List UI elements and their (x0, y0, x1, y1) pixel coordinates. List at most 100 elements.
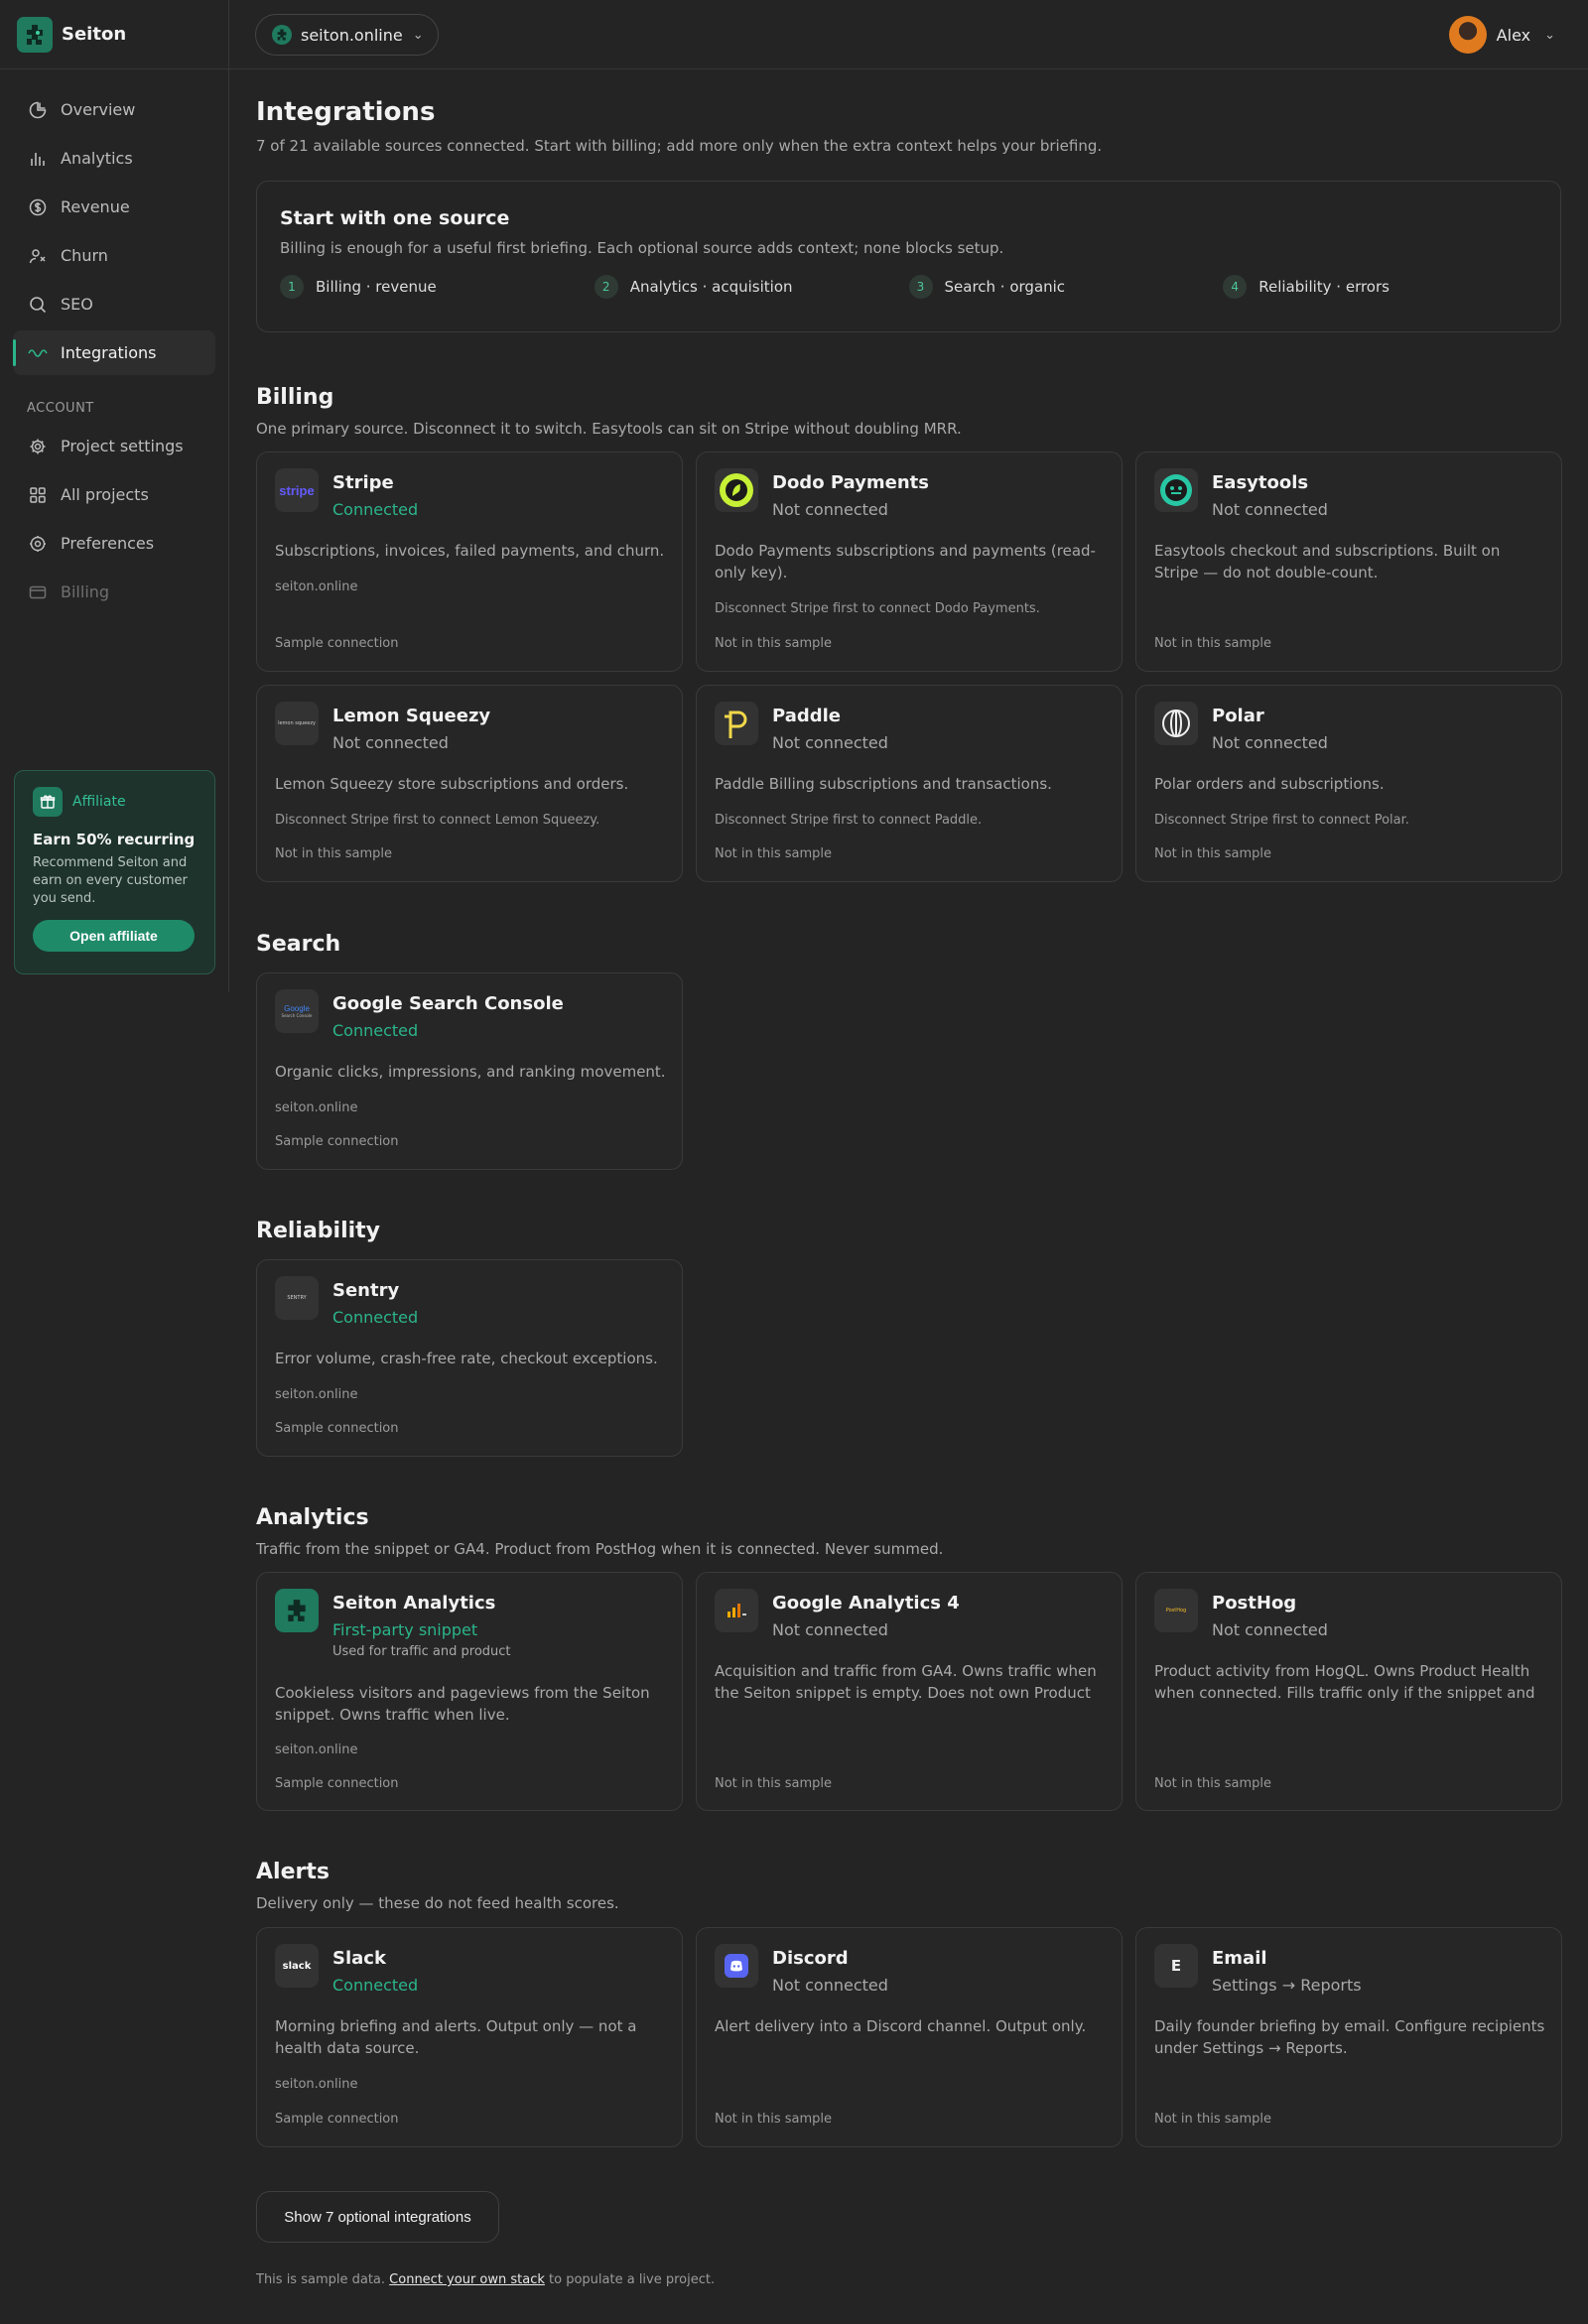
integration-card-dodo-payments[interactable]: Dodo Payments Not connected Dodo Payment… (696, 452, 1123, 672)
integration-card-google-analytics-4[interactable]: Google Analytics 4 Not connected Acquisi… (696, 1572, 1123, 1811)
integration-card-discord[interactable]: Discord Not connected Alert delivery int… (696, 1927, 1123, 2147)
open-affiliate-button[interactable]: Open affiliate (33, 920, 195, 952)
billing-section: Billing One primary source. Disconnect i… (256, 385, 1562, 882)
card-warning: Disconnect Stripe first to connect Lemon… (275, 813, 600, 828)
sliders-icon (27, 533, 49, 555)
nav-item-all-projects[interactable]: All projects (13, 472, 215, 517)
gear-icon (27, 436, 49, 457)
nav-item-billing[interactable]: Billing (13, 570, 215, 614)
analytics-section: Analytics Traffic from the snippet or GA… (256, 1505, 1562, 1811)
nav-item-analytics[interactable]: Analytics (13, 136, 215, 181)
card-status: Not connected (772, 1620, 888, 1639)
card-name: Polar (1212, 706, 1264, 726)
step-billing: 1 Billing · revenue (280, 275, 595, 299)
polar-icon (1154, 702, 1198, 745)
gift-icon (33, 787, 63, 817)
integration-card-polar[interactable]: Polar Not connected Polar orders and sub… (1135, 685, 1562, 882)
card-name: Stripe (332, 472, 394, 493)
card-name: Discord (772, 1948, 849, 1969)
card-description: Paddle Billing subscriptions and transac… (715, 775, 1052, 793)
stripe-logo-text: stripe (279, 482, 315, 498)
affiliate-description: Recommend Seiton and earn on every custo… (33, 855, 188, 906)
integration-card-sentry[interactable]: SENTRY Sentry Connected Error volume, cr… (256, 1259, 683, 1457)
integration-card-seiton-analytics[interactable]: Seiton Analytics First-party snippet Use… (256, 1572, 683, 1811)
card-description: Daily founder briefing by email. Configu… (1154, 2017, 1545, 2057)
nav-label: Overview (61, 100, 136, 119)
card-footer: Not in this sample (1154, 636, 1272, 651)
card-name: Email (1212, 1948, 1267, 1969)
card-name: Dodo Payments (772, 472, 929, 493)
card-footer: Not in this sample (715, 1776, 833, 1791)
section-subtitle: One primary source. Disconnect it to swi… (256, 420, 962, 438)
section-title: Billing (256, 385, 334, 410)
card-name: Slack (332, 1948, 386, 1969)
card-status: Not connected (772, 733, 888, 752)
discord-icon (715, 1944, 758, 1988)
card-description: Cookieless visitors and pageviews from t… (275, 1684, 650, 1724)
card-status: First-party snippet (332, 1620, 478, 1639)
card-name: Google Search Console (332, 993, 564, 1014)
card-status: Settings → Reports (1212, 1976, 1362, 1995)
nav-item-overview[interactable]: Overview (13, 87, 215, 132)
connect-stack-link[interactable]: Connect your own stack (389, 2272, 545, 2287)
lemon-squeezy-logo-text: lemon squeezy (278, 720, 316, 726)
gsc-logo-subtext: Search Console (281, 1013, 313, 1018)
posthog-icon: PostHog (1154, 1589, 1198, 1632)
step-number: 2 (594, 275, 618, 299)
card-name: Sentry (332, 1280, 400, 1301)
nav-label: Churn (61, 246, 108, 265)
integration-card-posthog[interactable]: PostHog PostHog Not connected Product ac… (1135, 1572, 1562, 1811)
card-footer: Not in this sample (1154, 1776, 1272, 1791)
nav-label: Project settings (61, 437, 184, 455)
show-optional-integrations-button[interactable]: Show 7 optional integrations (256, 2191, 499, 2243)
card-name: Seiton Analytics (332, 1593, 496, 1614)
chevron-down-icon: ⌄ (1544, 27, 1555, 43)
nav-item-project-settings[interactable]: Project settings (13, 424, 215, 468)
nav-label: All projects (61, 485, 149, 504)
card-footer: Sample connection (275, 636, 399, 651)
start-subtitle: Billing is enough for a useful first bri… (280, 239, 1004, 257)
integration-card-lemon-squeezy[interactable]: lemon squeezy Lemon Squeezy Not connecte… (256, 685, 683, 882)
user-menu[interactable]: Alex ⌄ (1448, 15, 1555, 55)
card-description: Lemon Squeezy store subscriptions and or… (275, 775, 629, 793)
card-status: Connected (332, 1976, 419, 1995)
card-description: Alert delivery into a Discord channel. O… (715, 2017, 1087, 2035)
footnote: This is sample data. Connect your own st… (256, 2272, 715, 2287)
step-label: Search · organic (944, 278, 1066, 296)
integration-card-stripe[interactable]: stripe Stripe Connected Subscriptions, i… (256, 452, 683, 672)
card-status: Connected (332, 1308, 419, 1327)
site-switcher[interactable]: seiton.online ⌄ (255, 14, 439, 56)
step-search: 3 Search · organic (908, 275, 1224, 299)
card-footer: Not in this sample (275, 846, 393, 861)
nav-item-preferences[interactable]: Preferences (13, 521, 215, 566)
email-icon: E (1154, 1944, 1198, 1988)
alerts-section: Alerts Delivery only — these do not feed… (256, 1860, 1562, 2147)
step-number: 3 (908, 275, 933, 299)
integration-card-easytools[interactable]: Easytools Not connected Easytools checko… (1135, 452, 1562, 672)
easytools-icon (1154, 468, 1198, 512)
card-footer: Not in this sample (715, 846, 833, 861)
card-footer: Not in this sample (1154, 2112, 1272, 2127)
section-title: Reliability (256, 1219, 381, 1243)
nav-label: Integrations (61, 343, 157, 362)
user-name: Alex (1496, 25, 1531, 45)
affiliate-label: Affiliate (72, 794, 126, 810)
site-name: seiton.online (301, 25, 403, 45)
topbar: seiton.online ⌄ Alex ⌄ (229, 0, 1588, 69)
sentry-icon: SENTRY (275, 1276, 319, 1320)
brand[interactable]: Seiton (0, 0, 228, 69)
integration-card-slack[interactable]: slack Slack Connected Morning briefing a… (256, 1927, 683, 2147)
nav-item-revenue[interactable]: Revenue (13, 185, 215, 229)
seiton-logo-icon (275, 1589, 319, 1632)
nav-item-churn[interactable]: Churn (13, 233, 215, 278)
card-domain: seiton.online (275, 1100, 358, 1115)
nav-item-seo[interactable]: SEO (13, 282, 215, 326)
integration-card-google-search-console[interactable]: Google Search Console Google Search Cons… (256, 972, 683, 1170)
nav-label: Billing (61, 582, 110, 601)
section-title: Analytics (256, 1505, 369, 1530)
nav-item-integrations[interactable]: Integrations (13, 330, 215, 375)
card-footer: Sample connection (275, 1776, 399, 1791)
integration-card-paddle[interactable]: Paddle Not connected Paddle Billing subs… (696, 685, 1123, 882)
avatar (1448, 16, 1487, 54)
integration-card-email[interactable]: E Email Settings → Reports Daily founder… (1135, 1927, 1562, 2147)
